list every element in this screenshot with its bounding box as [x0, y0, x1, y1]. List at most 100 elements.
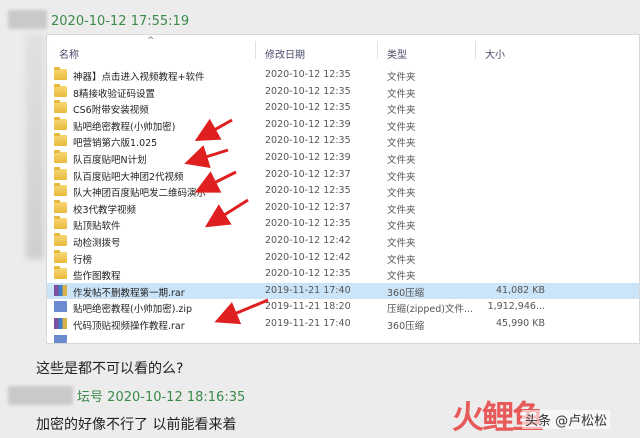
folder-icon: [54, 116, 67, 130]
file-date: 2020-10-12 12:39: [265, 118, 351, 130]
file-date: 2019-11-21 17:40: [265, 284, 351, 296]
folder-icon: [54, 199, 67, 213]
column-name[interactable]: 名称: [59, 46, 79, 61]
file-date: 2020-10-12 12:37: [265, 168, 351, 180]
file-name: 队百度贴吧大神团2代视频: [73, 171, 184, 183]
folder-icon: [54, 249, 67, 263]
message-text-1: 这些是都不可以看的么?: [36, 361, 184, 377]
file-row[interactable]: 校3代教学视频 2020-10-12 12:37 文件夹: [47, 199, 639, 216]
file-row[interactable]: 8精接收验证码设置 2020-10-12 12:35 文件夹: [47, 83, 639, 100]
folder-icon: [54, 233, 67, 246]
file-date: 2019-11-21 18:20: [265, 301, 351, 313]
file-row[interactable]: 队百度贴吧大神团2代视频 2020-10-12 12:37 文件夹: [47, 166, 639, 183]
folder-icon: [54, 83, 67, 97]
file-row[interactable]: 动检测拨号 2020-10-12 12:42 文件夹: [47, 233, 639, 249]
file-date: 2020-10-12 12:42: [265, 251, 351, 263]
file-row[interactable]: 贴吧绝密教程(小帅加密).zip 2019-11-21 18:20 压缩(zippe…: [47, 299, 639, 315]
file-row[interactable]: 贴顶贴软件 2020-10-12 12:35 文件夹: [47, 216, 639, 232]
file-name: 神器】点击进入视频教程+软件: [73, 72, 205, 83]
file-name: 校3代教学视频: [73, 204, 137, 216]
file-explorer-screenshot: ^ 名称 修改日期 类型 大小 神器】点击进入视频教程+软件 2020-10-12…: [46, 34, 640, 344]
blur-overlay: [26, 34, 44, 259]
watermark: 火鲤鱼 头条 @卢松松: [452, 392, 632, 436]
file-name: 贴吧绝密教程(小帅加密).zip: [73, 304, 193, 316]
file-row[interactable]: 队百度贴吧N计划 2020-10-12 12:39 文件夹: [47, 150, 639, 166]
archive-icon: [54, 284, 67, 296]
zip-icon: [54, 301, 67, 313]
file-name: 贴顶贴软件: [73, 221, 121, 233]
file-type: 文件夹: [387, 221, 416, 233]
archive-icon: [54, 318, 67, 329]
folder-icon: [54, 150, 67, 163]
message-header-2: 用户名用户坛号 2020-10-12 18:16:35: [8, 386, 245, 405]
message-timestamp: 2020-10-12 18:16:35: [107, 390, 246, 405]
file-row[interactable]: 贴吧绝密教程(小帅加密) 2020-10-12 12:39 文件夹: [47, 116, 639, 133]
folder-icon: [54, 166, 67, 180]
column-modified[interactable]: 修改日期: [265, 46, 305, 61]
file-row[interactable]: 神器】点击进入视频教程+软件 2020-10-12 12:35 文件夹: [47, 67, 639, 83]
folder-icon: [54, 216, 67, 230]
file-date: 2020-10-12 12:35: [265, 69, 351, 80]
file-row[interactable]: 行榜 2020-10-12 12:42 文件夹: [47, 249, 639, 266]
file-type: 文件夹: [387, 188, 416, 200]
file-type: 文件夹: [387, 155, 416, 166]
folder-icon: [54, 183, 67, 197]
file-date: 2019-11-21 17:40: [265, 318, 351, 329]
username-suffix: 坛号: [77, 390, 104, 405]
file-type: 文件夹: [387, 171, 416, 183]
file-date: 2020-10-12 12:39: [265, 152, 351, 163]
file-type: 文件夹: [387, 138, 416, 150]
file-type: 360压缩: [387, 321, 425, 332]
file-date: 2020-10-12 12:35: [265, 102, 351, 114]
file-type: 文件夹: [387, 238, 416, 249]
column-size[interactable]: 大小: [485, 46, 505, 61]
file-type: 文件夹: [387, 204, 416, 216]
file-name: 吧营销第六版1.025: [73, 138, 158, 150]
blurred-username: 用户名用户: [8, 386, 74, 405]
file-row[interactable]: 队大神团百度贴吧发二维码演示 2020-10-12 12:35 文件夹: [47, 183, 639, 199]
column-header: ^ 名称 修改日期 类型 大小: [47, 35, 639, 63]
file-name: 代码顶贴视频操作教程.rar: [73, 321, 185, 332]
file-type: 文件夹: [387, 72, 416, 83]
file-name: 8精接收验证码设置: [73, 88, 156, 100]
file-row[interactable]: [47, 333, 639, 343]
file-name: 队百度贴吧N计划: [73, 155, 147, 166]
column-type[interactable]: 类型: [387, 46, 407, 61]
file-size: 41,082 KB: [495, 284, 545, 296]
file-name: 队大神团百度贴吧发二维码演示: [73, 188, 207, 200]
file-date: 2020-10-12 12:35: [265, 85, 351, 97]
file-row[interactable]: 些作图教程 2020-10-12 12:35 文件夹: [47, 266, 639, 282]
file-type: 文件夹: [387, 254, 416, 266]
file-date: 2020-10-12 12:37: [265, 201, 351, 213]
message-text-2: 加密的好像不行了 以前能看来着: [36, 417, 237, 433]
file-type: 360压缩: [387, 287, 425, 299]
file-date: 2020-10-12 12:35: [265, 268, 351, 280]
blurred-username: 用户名: [8, 10, 48, 29]
file-name: CS6附带安装视频: [73, 105, 149, 117]
file-date: 2020-10-12 12:35: [265, 135, 351, 147]
file-type: 压缩(zipped)文件...: [387, 304, 474, 316]
file-name: 贴吧绝密教程(小帅加密): [73, 121, 176, 133]
folder-icon: [54, 67, 67, 80]
message-timestamp: 2020-10-12 17:55:19: [51, 14, 190, 29]
message-header-1: 用户名2020-10-12 17:55:19: [8, 10, 189, 29]
file-name: 动检测拨号: [73, 238, 121, 249]
file-date: 2020-10-12 12:42: [265, 235, 351, 246]
sort-up-icon: ^: [147, 36, 155, 46]
file-type: 文件夹: [387, 88, 416, 100]
file-date: 2020-10-12 12:35: [265, 218, 351, 230]
file-row[interactable]: 吧营销第六版1.025 2020-10-12 12:35 文件夹: [47, 133, 639, 149]
file-row[interactable]: 作发帖不删教程第一期.rar 2019-11-21 17:40 360压缩 41,08…: [47, 282, 639, 299]
file-date: 2020-10-12 12:35: [265, 185, 351, 197]
file-name: 行榜: [73, 254, 93, 266]
watermark-text: 头条 @卢松松: [522, 410, 611, 429]
folder-icon: [54, 266, 67, 280]
file-icon: [54, 334, 67, 343]
file-name: 些作图教程: [73, 271, 121, 283]
file-row[interactable]: 代码顶贴视频操作教程.rar 2019-11-21 17:40 360压缩 45,99…: [47, 316, 639, 332]
folder-icon: [54, 133, 67, 147]
file-type: 文件夹: [387, 105, 416, 117]
file-row[interactable]: CS6附带安装视频 2020-10-12 12:35 文件夹: [47, 100, 639, 116]
file-type: 文件夹: [387, 121, 416, 133]
file-type: 文件夹: [387, 271, 416, 283]
